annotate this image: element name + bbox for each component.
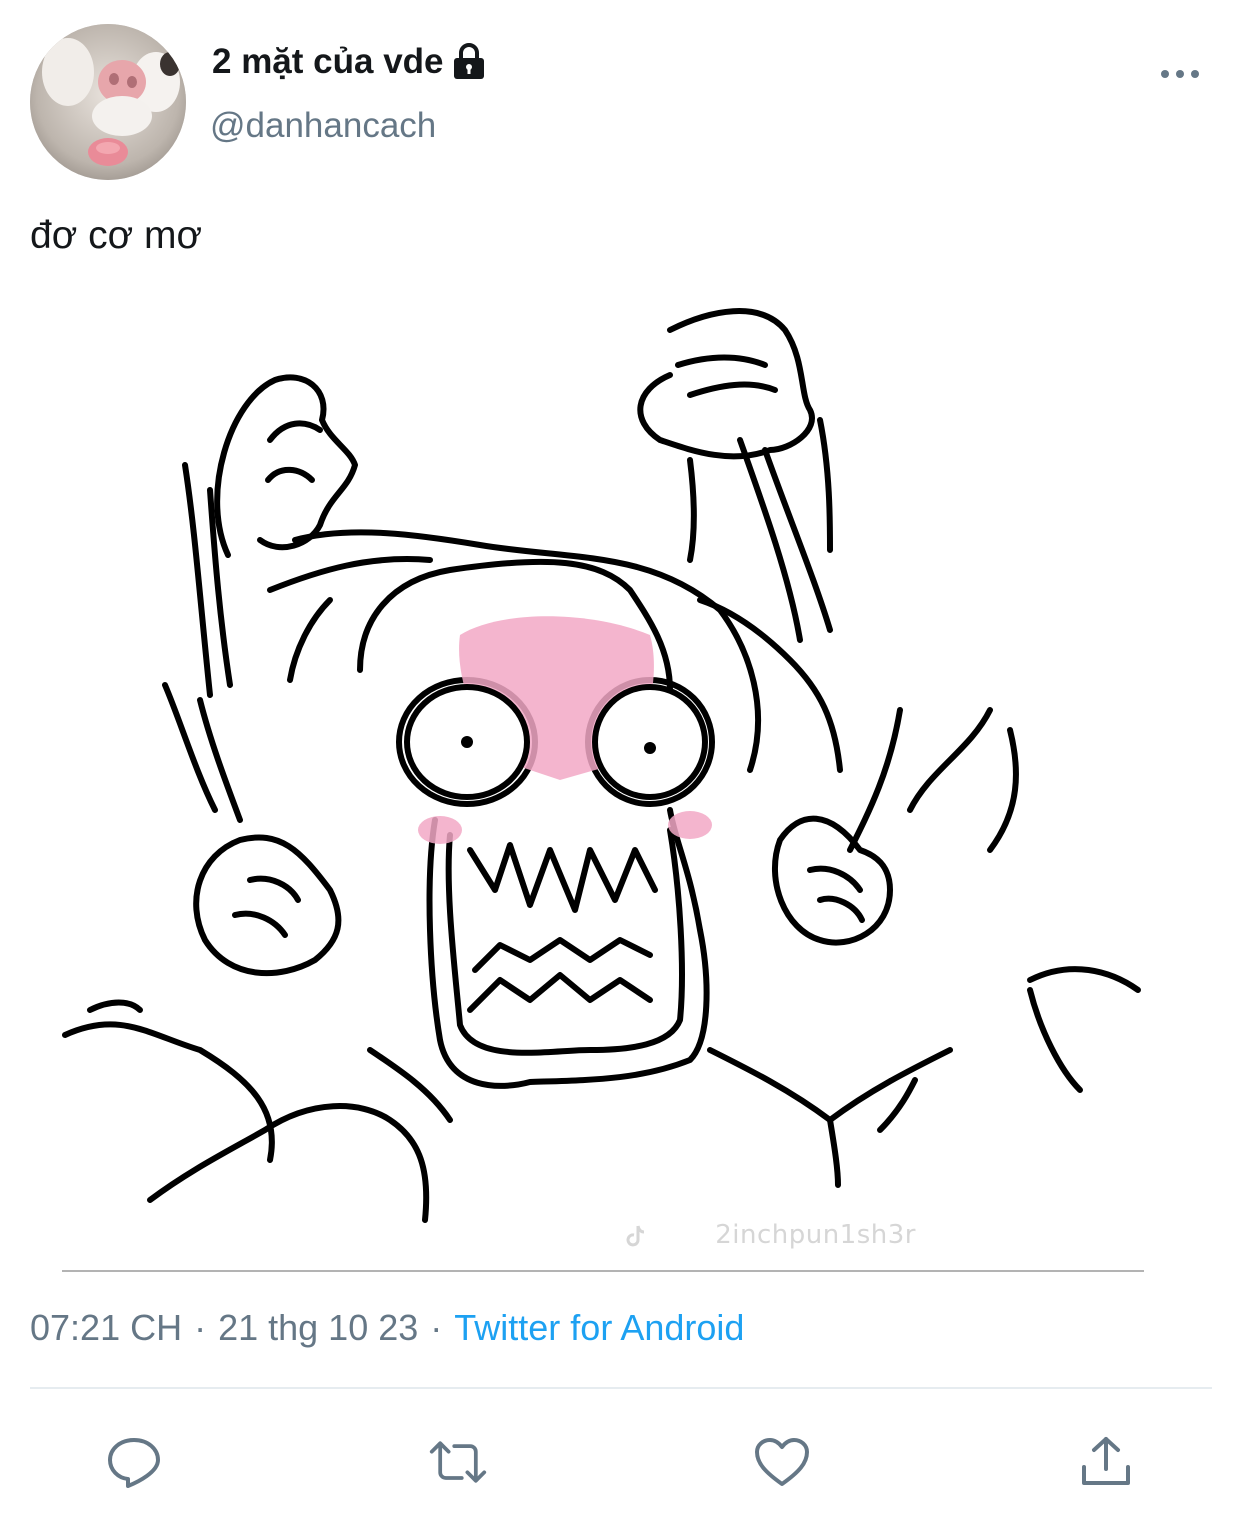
tweet-source-link[interactable]: Twitter for Android xyxy=(454,1306,744,1350)
tweet-date[interactable]: 21 thg 10 23 xyxy=(218,1306,418,1350)
media-watermark: 2inchpun1sh3r xyxy=(715,1220,916,1250)
avatar-image xyxy=(30,24,186,180)
share-icon xyxy=(1082,1437,1130,1485)
share-button[interactable] xyxy=(1076,1432,1136,1492)
media-divider xyxy=(62,1270,1144,1272)
more-options-button[interactable] xyxy=(1156,58,1204,90)
avatar[interactable] xyxy=(30,24,186,180)
meta-separator: · xyxy=(194,1307,207,1348)
author-display-name[interactable]: 2 mặt của vde xyxy=(212,40,444,84)
tweet-time[interactable]: 07:21 CH xyxy=(30,1306,182,1350)
actions-divider xyxy=(30,1387,1212,1389)
author-name-row[interactable]: 2 mặt của vde xyxy=(212,40,486,84)
author-handle[interactable]: @danhancach xyxy=(210,104,436,148)
like-icon xyxy=(755,1438,809,1486)
tweet-meta: 07:21 CH · 21 thg 10 23 · Twitter for An… xyxy=(30,1306,744,1350)
angry-doodle-illustration xyxy=(62,308,1141,1223)
tiktok-icon xyxy=(626,1225,645,1247)
retweet-button[interactable] xyxy=(428,1432,488,1492)
reply-button[interactable] xyxy=(104,1432,164,1492)
meta-separator: · xyxy=(430,1307,443,1348)
lock-icon xyxy=(453,43,484,79)
retweet-icon xyxy=(429,1441,487,1483)
like-button[interactable] xyxy=(752,1432,812,1492)
reply-icon xyxy=(108,1438,160,1488)
tweet-text: đơ cơ mơ xyxy=(30,214,203,257)
tweet-card: 2 mặt của vde @danhancach đơ cơ mơ 2inch… xyxy=(0,0,1242,1515)
tweet-media[interactable]: 2inchpun1sh3r xyxy=(30,290,1172,1272)
more-horizontal-icon xyxy=(1161,70,1199,78)
